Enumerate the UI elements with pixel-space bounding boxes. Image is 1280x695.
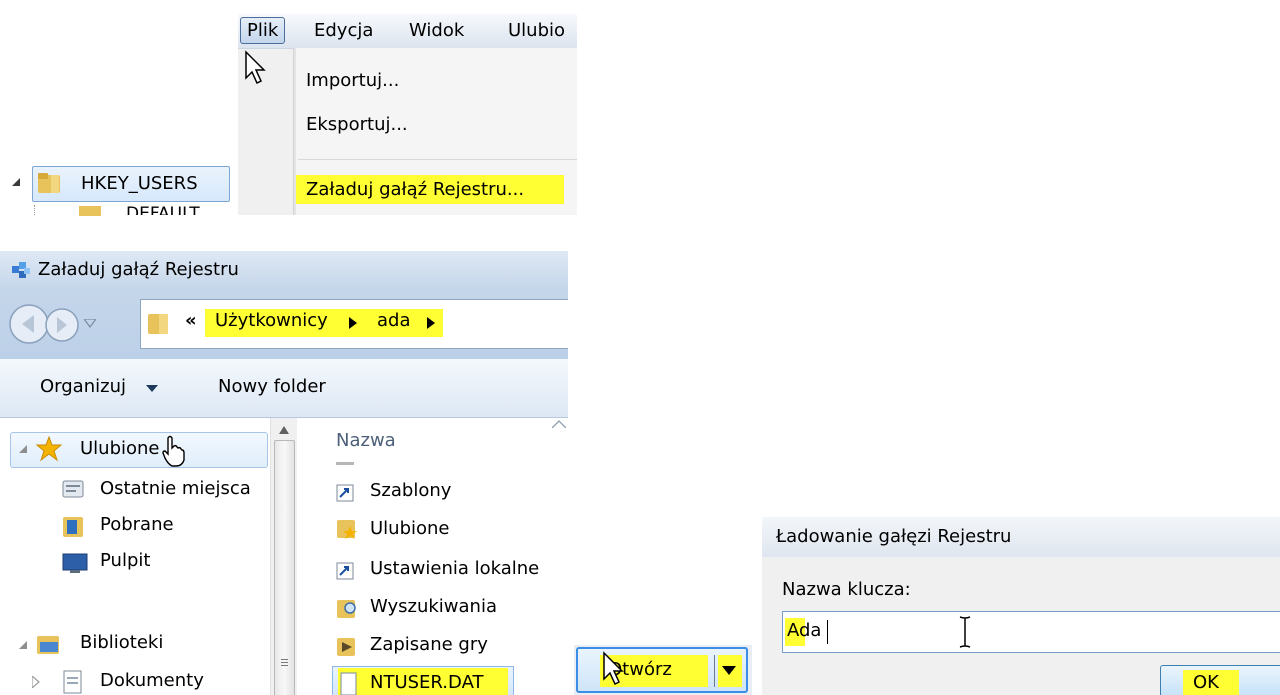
key-name-label: Nazwa klucza: (782, 579, 911, 600)
file-dropdown-menu: Importuj... Eksportuj... Załaduj gałąź R… (293, 48, 577, 215)
nav-scrollbar[interactable] (270, 418, 297, 695)
tree-line (34, 205, 36, 215)
file-item-favorites[interactable]: Ulubione (370, 518, 450, 539)
nav-item-libraries[interactable]: Biblioteki (80, 632, 163, 653)
chevron-down-icon[interactable] (146, 385, 158, 393)
breadcrumb-overflow[interactable]: « (185, 310, 197, 331)
file-item-local-settings[interactable]: Ustawienia lokalne (370, 558, 539, 579)
dialog-titlebar: Załaduj gałąź Rejestru (0, 251, 568, 289)
menu-separator (298, 159, 577, 160)
column-header-name[interactable]: Nazwa (336, 430, 396, 451)
libraries-icon (37, 636, 59, 654)
chevron-down-icon[interactable] (722, 666, 736, 676)
dialog-titlebar: Ładowanie gałęzi Rejestru (762, 517, 1280, 557)
open-file-dialog: Załaduj gałąź Rejestru « Użytkownicy ada (0, 251, 568, 695)
nav-item-favorites[interactable]: Ulubione (80, 438, 172, 459)
nav-item-documents[interactable]: Dokumenty (100, 670, 204, 691)
recent-places-icon (62, 480, 84, 498)
file-item-templates[interactable]: Szablony (370, 480, 451, 501)
search-folder-icon (337, 600, 356, 618)
recent-locations-dropdown-icon[interactable] (84, 319, 96, 329)
hand-cursor-icon (162, 435, 185, 467)
nav-item-recent-places[interactable]: Ostatnie miejsca (100, 478, 251, 499)
partial-file-row (336, 462, 354, 465)
sort-indicator-icon (552, 420, 566, 428)
dialog-toolbar: Organizuj Nowy folder (0, 359, 568, 418)
documents-icon (63, 670, 82, 694)
tree-node-label: HKEY_USERS (81, 173, 198, 194)
nav-scrollbar-thumb[interactable] (274, 440, 295, 695)
breadcrumb-item-ada[interactable]: ada (377, 310, 411, 331)
breadcrumb-separator-icon[interactable] (427, 317, 435, 329)
scroll-up-icon[interactable] (279, 426, 289, 434)
file-item-saved-games[interactable]: Zapisane gry (370, 634, 488, 655)
ok-button-label[interactable]: OK (1193, 672, 1219, 693)
menu-item-load-hive[interactable]: Załaduj gałąź Rejestru... (296, 175, 564, 204)
breadcrumb-item-users[interactable]: Użytkownicy (215, 310, 328, 331)
favorites-folder-icon (337, 520, 357, 539)
registry-editor-icon (12, 262, 30, 278)
menu-plik[interactable]: Plik (240, 17, 286, 44)
forward-button-icon[interactable] (44, 307, 80, 343)
file-icon (340, 672, 357, 695)
nav-item-downloads[interactable]: Pobrane (100, 514, 174, 535)
scrollbar-grip (281, 659, 288, 660)
registry-tree-fragment: HKEY_USERS DEFAULT (0, 158, 238, 216)
file-list: Nazwa Szablony Ulubione Ustawienia lokal… (318, 418, 568, 695)
menu-widok[interactable]: Widok (409, 20, 464, 41)
tree-collapse-arrow-icon[interactable] (32, 676, 40, 688)
folder-icon (79, 206, 101, 216)
breadcrumb-separator-icon[interactable] (349, 317, 357, 329)
nav-item-desktop[interactable]: Pulpit (100, 550, 150, 571)
new-folder-button[interactable]: Nowy folder (218, 376, 326, 397)
star-icon (36, 436, 62, 462)
folder-icon (148, 314, 168, 334)
mouse-cursor-icon (245, 50, 266, 85)
tree-expand-arrow-icon[interactable] (18, 444, 28, 454)
mouse-cursor-icon (603, 651, 624, 686)
tree-child-label: DEFAULT (126, 204, 200, 215)
split-divider (714, 655, 715, 687)
desktop-icon (62, 553, 88, 573)
folder-icon (38, 173, 60, 193)
shortcut-icon (336, 562, 354, 580)
tree-expand-arrow-icon[interactable] (12, 178, 22, 188)
load-hive-dialog: Ładowanie gałęzi Rejestru Nazwa klucza: … (762, 517, 1280, 695)
ok-button[interactable]: OK (1160, 665, 1280, 695)
address-bar-row: « Użytkownicy ada (0, 289, 568, 359)
key-name-value: Ada (787, 620, 822, 641)
tree-node-hkey-users[interactable]: HKEY_USERS (32, 166, 230, 202)
dialog-title: Załaduj gałąź Rejestru (38, 259, 239, 280)
menubar: Plik Edycja Widok Ulubio (238, 14, 577, 49)
downloads-folder-icon (63, 517, 83, 537)
navigation-pane: Ulubione Ostatnie miejsca Pobrane Pulpit… (0, 418, 297, 695)
menu-edycja[interactable]: Edycja (314, 20, 373, 41)
saved-games-icon (337, 638, 355, 656)
file-item-ntuser-dat[interactable]: NTUSER.DAT (370, 672, 483, 693)
address-bar[interactable]: « Użytkownicy ada (140, 299, 568, 349)
menu-item-export[interactable]: Eksportuj... (306, 114, 408, 135)
file-item-searches[interactable]: Wyszukiwania (370, 596, 497, 617)
text-cursor-icon (959, 616, 971, 648)
shortcut-icon (336, 484, 354, 502)
menu-item-import[interactable]: Importuj... (306, 70, 399, 91)
text-caret (827, 620, 828, 644)
open-button-fragment: Otwórz (574, 645, 752, 695)
organize-button[interactable]: Organizuj (40, 376, 126, 397)
tree-expand-arrow-icon[interactable] (18, 640, 28, 650)
key-name-input[interactable]: Ada (782, 611, 1280, 653)
dialog-title: Ładowanie gałęzi Rejestru (776, 526, 1012, 547)
registry-menu-panel: Plik Edycja Widok Ulubio Importuj... Eks… (238, 14, 577, 215)
menu-ulubione[interactable]: Ulubio (508, 20, 565, 41)
